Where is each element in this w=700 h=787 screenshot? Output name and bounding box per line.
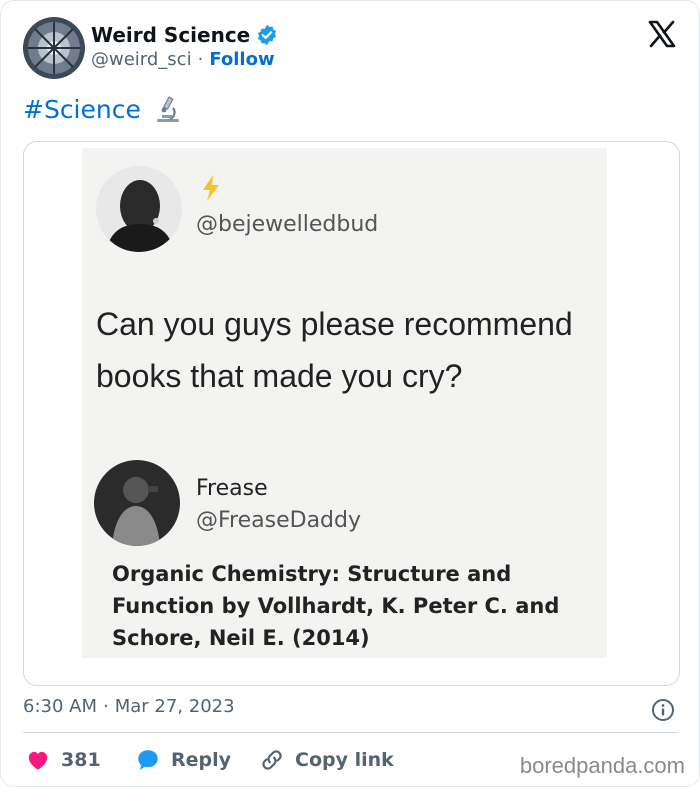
question-text: Can you guys please recommend books that…	[96, 306, 573, 394]
author-avatar[interactable]	[23, 17, 85, 79]
verified-badge-icon	[258, 24, 277, 46]
reply-name: Frease	[196, 476, 268, 501]
tweet-text: #Science	[23, 94, 183, 124]
reply-text: Organic Chemistry: Structure and Functio…	[112, 562, 560, 650]
reply-label: Reply	[171, 749, 232, 771]
divider	[23, 732, 678, 733]
tweet-card: Weird Science @weird_sci · Follow #Scien…	[0, 0, 700, 787]
hashtag-link[interactable]: #Science	[23, 95, 141, 124]
embedded-image[interactable]: @bejewelledbud Can you guys please recom…	[23, 141, 680, 686]
author-handle[interactable]: @weird_sci	[91, 49, 192, 70]
x-logo-icon[interactable]	[647, 19, 677, 49]
author-handle-row: @weird_sci · Follow	[91, 49, 275, 70]
author-name[interactable]: Weird Science	[91, 23, 278, 47]
author-name-text[interactable]: Weird Science	[91, 23, 250, 47]
question-handle: @bejewelledbud	[196, 212, 379, 237]
microscope-icon	[156, 96, 179, 122]
link-icon	[262, 750, 282, 770]
copy-link-button[interactable]: Copy link	[259, 747, 394, 773]
tweet-time[interactable]: 6:30 AM	[23, 696, 97, 717]
info-icon[interactable]	[651, 698, 675, 722]
follow-button[interactable]: Follow	[209, 49, 274, 70]
heart-icon	[28, 751, 48, 770]
lightning-icon	[203, 175, 219, 201]
timestamp-separator: ·	[103, 696, 109, 717]
reply-handle: @FreaseDaddy	[196, 508, 361, 533]
like-button[interactable]: 381	[25, 747, 101, 773]
question-avatar	[96, 166, 182, 252]
reply-button[interactable]: Reply	[135, 747, 231, 773]
tweet-date[interactable]: Mar 27, 2023	[115, 696, 235, 717]
like-count: 381	[61, 749, 101, 771]
reply-avatar	[94, 460, 180, 546]
handle-separator: ·	[197, 49, 204, 70]
tweet-timestamp[interactable]: 6:30 AM · Mar 27, 2023	[23, 696, 235, 717]
screenshot-image: @bejewelledbud Can you guys please recom…	[82, 148, 607, 658]
copy-link-label: Copy link	[295, 749, 394, 771]
watermark: boredpanda.com	[519, 753, 685, 778]
reply-bubble-icon	[138, 750, 158, 770]
